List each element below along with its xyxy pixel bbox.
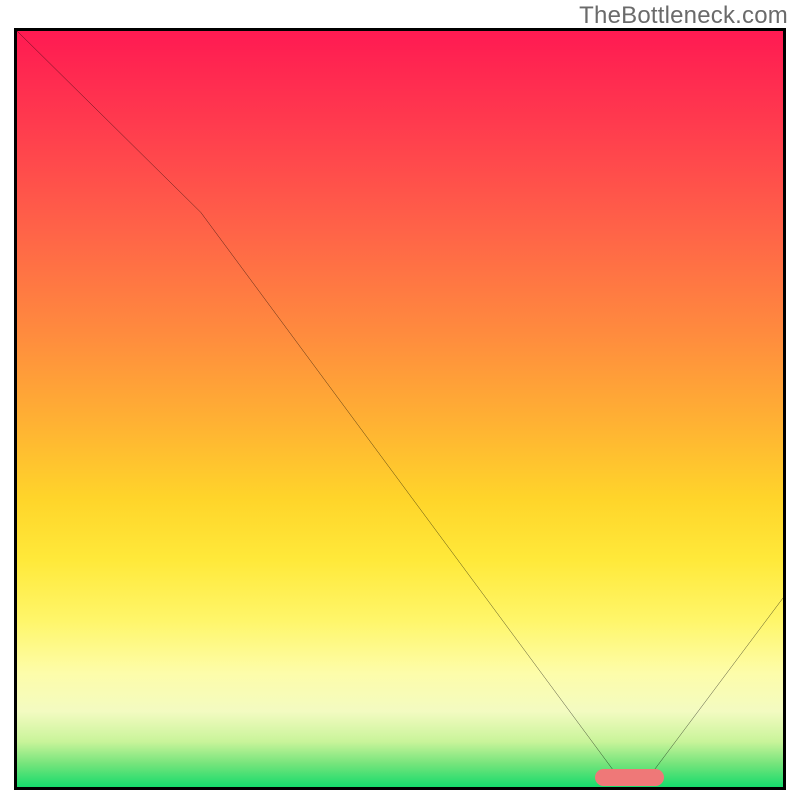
chart-plot-area (14, 28, 786, 790)
curve-path (17, 31, 783, 772)
bottleneck-curve (17, 31, 783, 787)
watermark-text: TheBottleneck.com (579, 2, 788, 30)
chart-frame: TheBottleneck.com (0, 0, 800, 800)
optimal-range-marker (595, 769, 664, 786)
